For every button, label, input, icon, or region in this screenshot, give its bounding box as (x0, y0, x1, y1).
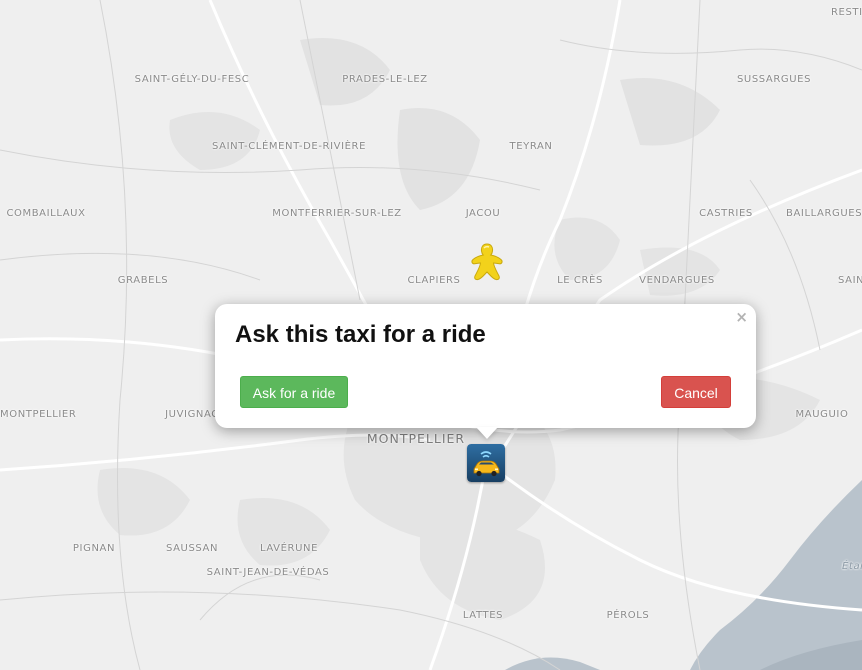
place-label: LE CRÈS (557, 275, 603, 286)
place-label: SAUSSAN (165, 543, 219, 554)
cancel-button[interactable]: Cancel (661, 376, 731, 408)
taxi-icon (467, 444, 505, 482)
place-label: JUVIGNAC (165, 409, 219, 420)
popup-title: Ask this taxi for a ride (235, 321, 486, 348)
water-label: Étan (842, 561, 862, 572)
place-label: SAINT-GÉLY-DU-FESC (134, 74, 250, 85)
place-label: GRABELS (117, 275, 169, 286)
map[interactable]: RESTI SAINT-GÉLY-DU-FESC PRADES-LE-LEZ S… (0, 0, 862, 670)
place-label: PÉROLS (606, 610, 650, 621)
place-label: VENDARGUES (639, 275, 715, 286)
place-label: PIGNAN (72, 543, 116, 554)
place-label: CASTRIES (699, 208, 753, 219)
meeple-icon (471, 243, 503, 281)
place-label: COMBAILLAUX (6, 208, 86, 219)
ask-for-ride-button[interactable]: Ask for a ride (240, 376, 348, 408)
taxi-marker[interactable] (467, 444, 505, 482)
ride-request-popup: × Ask this taxi for a ride Ask for a rid… (215, 304, 756, 428)
close-icon[interactable]: × (735, 308, 748, 326)
place-label: CLAPIERS (407, 275, 461, 286)
place-label: MONTFERRIER-SUR-LEZ (272, 208, 402, 219)
place-label: LAVÉRUNE (259, 543, 319, 554)
place-label: PRADES-LE-LEZ (342, 74, 428, 85)
user-location-marker[interactable] (468, 242, 506, 282)
place-label: SAIN (838, 275, 862, 286)
place-label: RESTI (831, 7, 862, 18)
place-label: SAINT-JEAN-DE-VÉDAS (206, 567, 330, 578)
place-label: MAUGUIO (795, 409, 849, 420)
city-label: MONTPELLIER (366, 431, 466, 446)
place-label: SUSSARGUES (736, 74, 812, 85)
place-label: BAILLARGUES (786, 208, 862, 219)
place-label: JACOU (465, 208, 501, 219)
place-label: SAINT-CLÉMENT-DE-RIVIÈRE (212, 141, 366, 152)
popup-tip (476, 427, 498, 439)
place-label: TEYRAN (509, 141, 553, 152)
place-label: MONTPELLIER (0, 409, 77, 420)
place-label: LATTES (462, 610, 504, 621)
